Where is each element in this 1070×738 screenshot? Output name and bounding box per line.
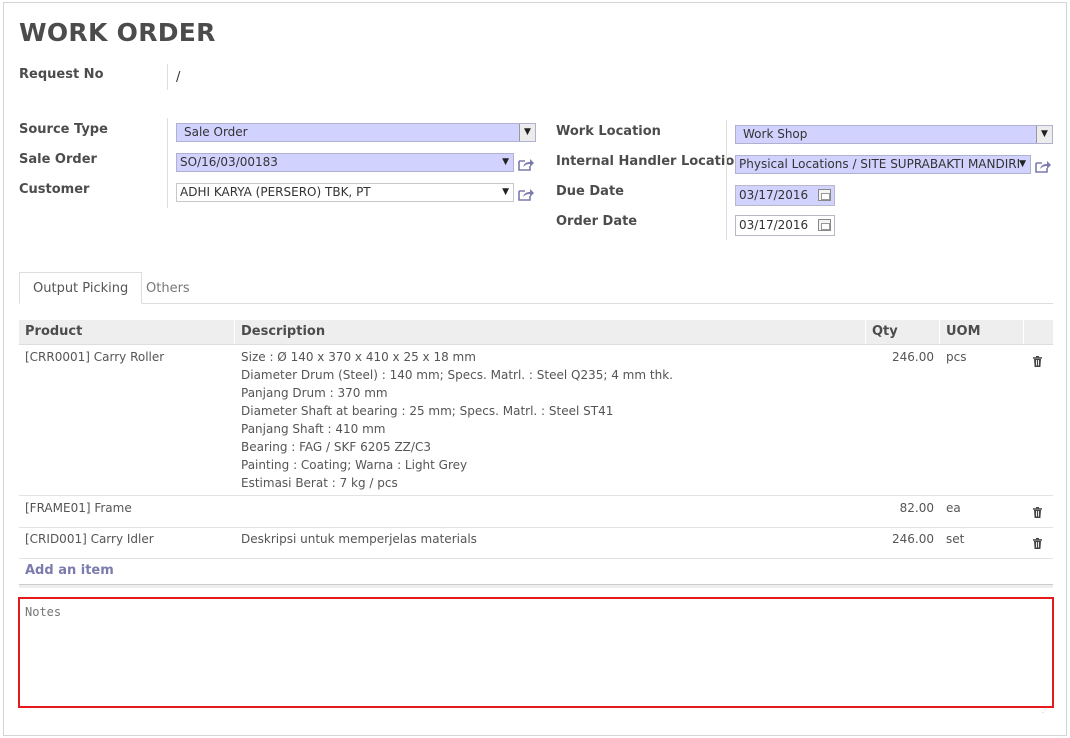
table-header: Product Description Qty UOM xyxy=(19,320,1053,345)
add-item-link[interactable]: Add an item xyxy=(25,563,114,578)
row-3-description[interactable]: Deskripsi untuk memperjelas materials xyxy=(241,532,477,546)
page-title: WORK ORDER xyxy=(19,18,216,47)
work-location-value: Work Shop xyxy=(743,127,808,141)
row-2-product[interactable]: [FRAME01] Frame xyxy=(25,501,132,515)
request-no-value: / xyxy=(176,70,181,85)
description-line: Diameter Drum (Steel) : 140 mm; Specs. M… xyxy=(241,368,673,382)
row-3-qty[interactable]: 246.00 xyxy=(872,532,934,546)
description-line: Estimasi Berat : 7 kg / pcs xyxy=(241,476,398,490)
order-date-input[interactable]: 03/17/2016 xyxy=(735,215,835,236)
divider xyxy=(167,64,168,90)
table-footer xyxy=(19,584,1053,588)
request-no-label: Request No xyxy=(19,67,104,82)
sale-order-value: SO/16/03/00183 xyxy=(180,155,278,169)
order-date-label: Order Date xyxy=(556,214,638,229)
internal-handler-location-field[interactable]: Physical Locations / SITE SUPRABAKTI MAN… xyxy=(735,155,1031,174)
row-1-uom[interactable]: pcs xyxy=(946,350,966,364)
trash-icon[interactable] xyxy=(1033,507,1042,518)
row-1-description[interactable]: Size : Ø 140 x 370 x 410 x 25 x 18 mm Di… xyxy=(241,348,673,492)
external-link-icon[interactable] xyxy=(518,187,534,201)
row-3-product[interactable]: [CRID001] Carry Idler xyxy=(25,532,154,546)
customer-label: Customer xyxy=(19,182,90,197)
resize-grip-icon[interactable]: ⋰ xyxy=(1042,707,1048,714)
tab-output-picking[interactable]: Output Picking xyxy=(19,272,143,304)
column-product[interactable]: Product xyxy=(25,320,82,344)
customer-value: ADHI KARYA (PERSERO) TBK, PT xyxy=(180,185,371,199)
source-type-select[interactable]: Sale Order ▼ xyxy=(176,123,536,142)
row-1-product[interactable]: [CRR0001] Carry Roller xyxy=(25,350,164,364)
chevron-down-icon[interactable]: ▼ xyxy=(502,154,509,171)
divider xyxy=(726,120,727,240)
description-line: Diameter Shaft at bearing : 25 mm; Specs… xyxy=(241,404,614,418)
external-link-icon[interactable] xyxy=(1035,159,1051,173)
internal-handler-location-label: Internal Handler Location xyxy=(556,154,744,169)
work-location-select[interactable]: Work Shop ▼ xyxy=(735,125,1053,144)
row-3-uom[interactable]: set xyxy=(946,532,964,546)
order-date-value: 03/17/2016 xyxy=(739,218,809,232)
description-line: Painting : Coating; Warna : Light Grey xyxy=(241,458,468,472)
description-line: Size : Ø 140 x 370 x 410 x 25 x 18 mm xyxy=(241,350,476,364)
column-qty[interactable]: Qty xyxy=(872,320,898,344)
notes-textarea[interactable] xyxy=(18,597,1054,708)
tabs-underline xyxy=(19,303,1053,304)
sale-order-field[interactable]: SO/16/03/00183 ▼ xyxy=(176,153,514,172)
customer-field[interactable]: ADHI KARYA (PERSERO) TBK, PT ▼ xyxy=(176,183,514,202)
row-2-uom[interactable]: ea xyxy=(946,501,961,515)
source-type-label: Source Type xyxy=(19,122,108,137)
trash-icon[interactable] xyxy=(1033,538,1042,549)
trash-icon[interactable] xyxy=(1033,356,1042,367)
due-date-value: 03/17/2016 xyxy=(739,188,809,202)
row-divider xyxy=(19,527,1053,528)
chevron-down-icon[interactable]: ▼ xyxy=(502,184,509,201)
row-divider xyxy=(19,558,1053,559)
due-date-input[interactable]: 03/17/2016 xyxy=(735,185,835,206)
column-description[interactable]: Description xyxy=(241,320,325,344)
source-type-value: Sale Order xyxy=(184,125,248,139)
row-divider xyxy=(19,495,1053,496)
chevron-down-icon[interactable]: ▼ xyxy=(1019,156,1026,173)
external-link-icon[interactable] xyxy=(518,157,534,171)
chevron-down-icon[interactable]: ▼ xyxy=(519,124,535,141)
divider xyxy=(167,118,168,208)
chevron-down-icon[interactable]: ▼ xyxy=(1036,126,1052,143)
sale-order-label: Sale Order xyxy=(19,152,97,167)
work-location-label: Work Location xyxy=(556,124,661,139)
description-line: Panjang Shaft : 410 mm xyxy=(241,422,386,436)
description-line: Bearing : FAG / SKF 6205 ZZ/C3 xyxy=(241,440,431,454)
row-2-qty[interactable]: 82.00 xyxy=(872,501,934,515)
row-1-qty[interactable]: 246.00 xyxy=(872,350,934,364)
column-uom[interactable]: UOM xyxy=(946,320,981,344)
description-line: Panjang Drum : 370 mm xyxy=(241,386,388,400)
tab-others[interactable]: Others xyxy=(146,281,190,296)
internal-handler-location-value: Physical Locations / SITE SUPRABAKTI MAN… xyxy=(739,157,1021,171)
calendar-icon[interactable] xyxy=(818,219,831,231)
calendar-icon[interactable] xyxy=(818,189,831,201)
due-date-label: Due Date xyxy=(556,184,624,199)
